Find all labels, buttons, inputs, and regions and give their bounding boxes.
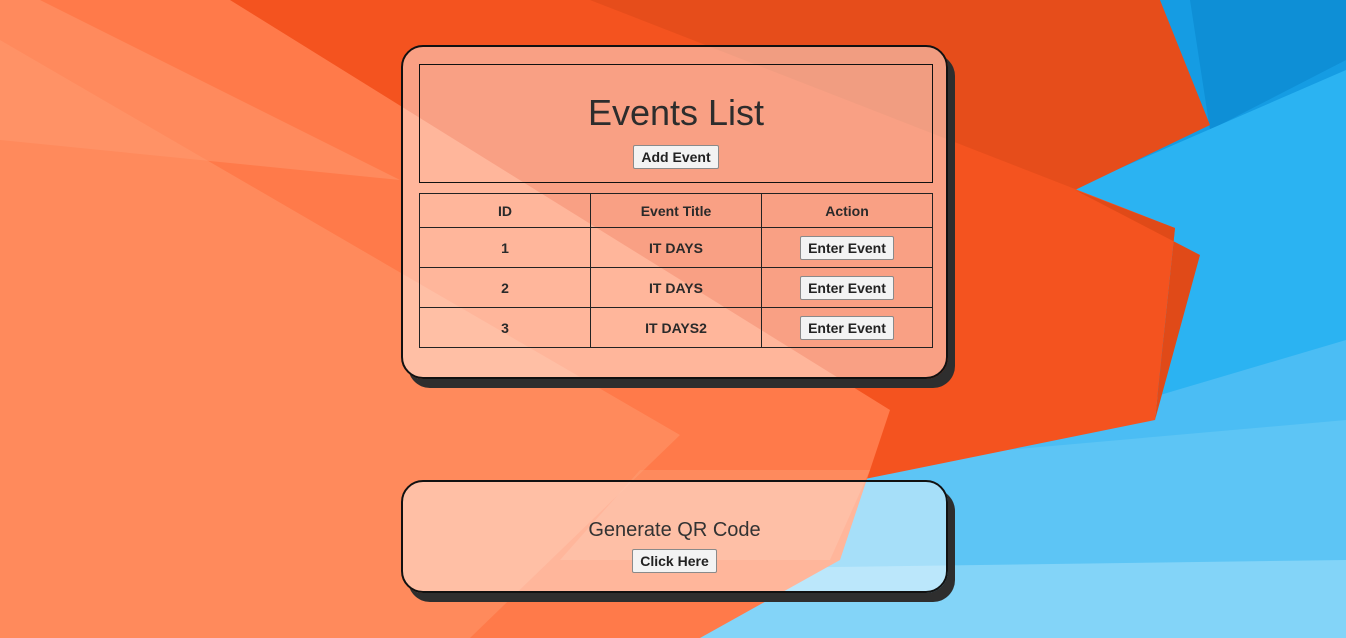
events-table: ID Event Title Action 1 IT DAYS Enter Ev… [419, 193, 933, 348]
qr-code-title: Generate QR Code [588, 519, 761, 541]
table-row: 3 IT DAYS2 Enter Event [419, 307, 933, 348]
enter-event-button[interactable]: Enter Event [800, 315, 894, 340]
add-event-button[interactable]: Add Event [633, 145, 719, 169]
event-action-cell: Enter Event [761, 227, 933, 268]
column-header-event-title: Event Title [590, 193, 762, 228]
event-id-cell: 2 [419, 267, 591, 308]
generate-qr-button[interactable]: Click Here [632, 549, 717, 573]
event-id-cell: 1 [419, 227, 591, 268]
table-header-row: ID Event Title Action [419, 193, 933, 228]
event-action-cell: Enter Event [761, 267, 933, 308]
column-header-action: Action [761, 193, 933, 228]
table-row: 2 IT DAYS Enter Event [419, 267, 933, 308]
qr-code-card: Generate QR Code Click Here [401, 480, 948, 593]
event-id-cell: 3 [419, 307, 591, 348]
table-row: 1 IT DAYS Enter Event [419, 227, 933, 268]
page-title: Events List [587, 92, 765, 133]
enter-event-button[interactable]: Enter Event [800, 275, 894, 300]
event-title-cell: IT DAYS [590, 227, 762, 268]
event-title-cell: IT DAYS [590, 267, 762, 308]
enter-event-button[interactable]: Enter Event [800, 235, 894, 260]
column-header-id: ID [419, 193, 591, 228]
event-action-cell: Enter Event [761, 307, 933, 348]
events-card: Events List Add Event ID Event Title Act… [401, 45, 948, 379]
events-header: Events List Add Event [419, 64, 933, 183]
event-title-cell: IT DAYS2 [590, 307, 762, 348]
